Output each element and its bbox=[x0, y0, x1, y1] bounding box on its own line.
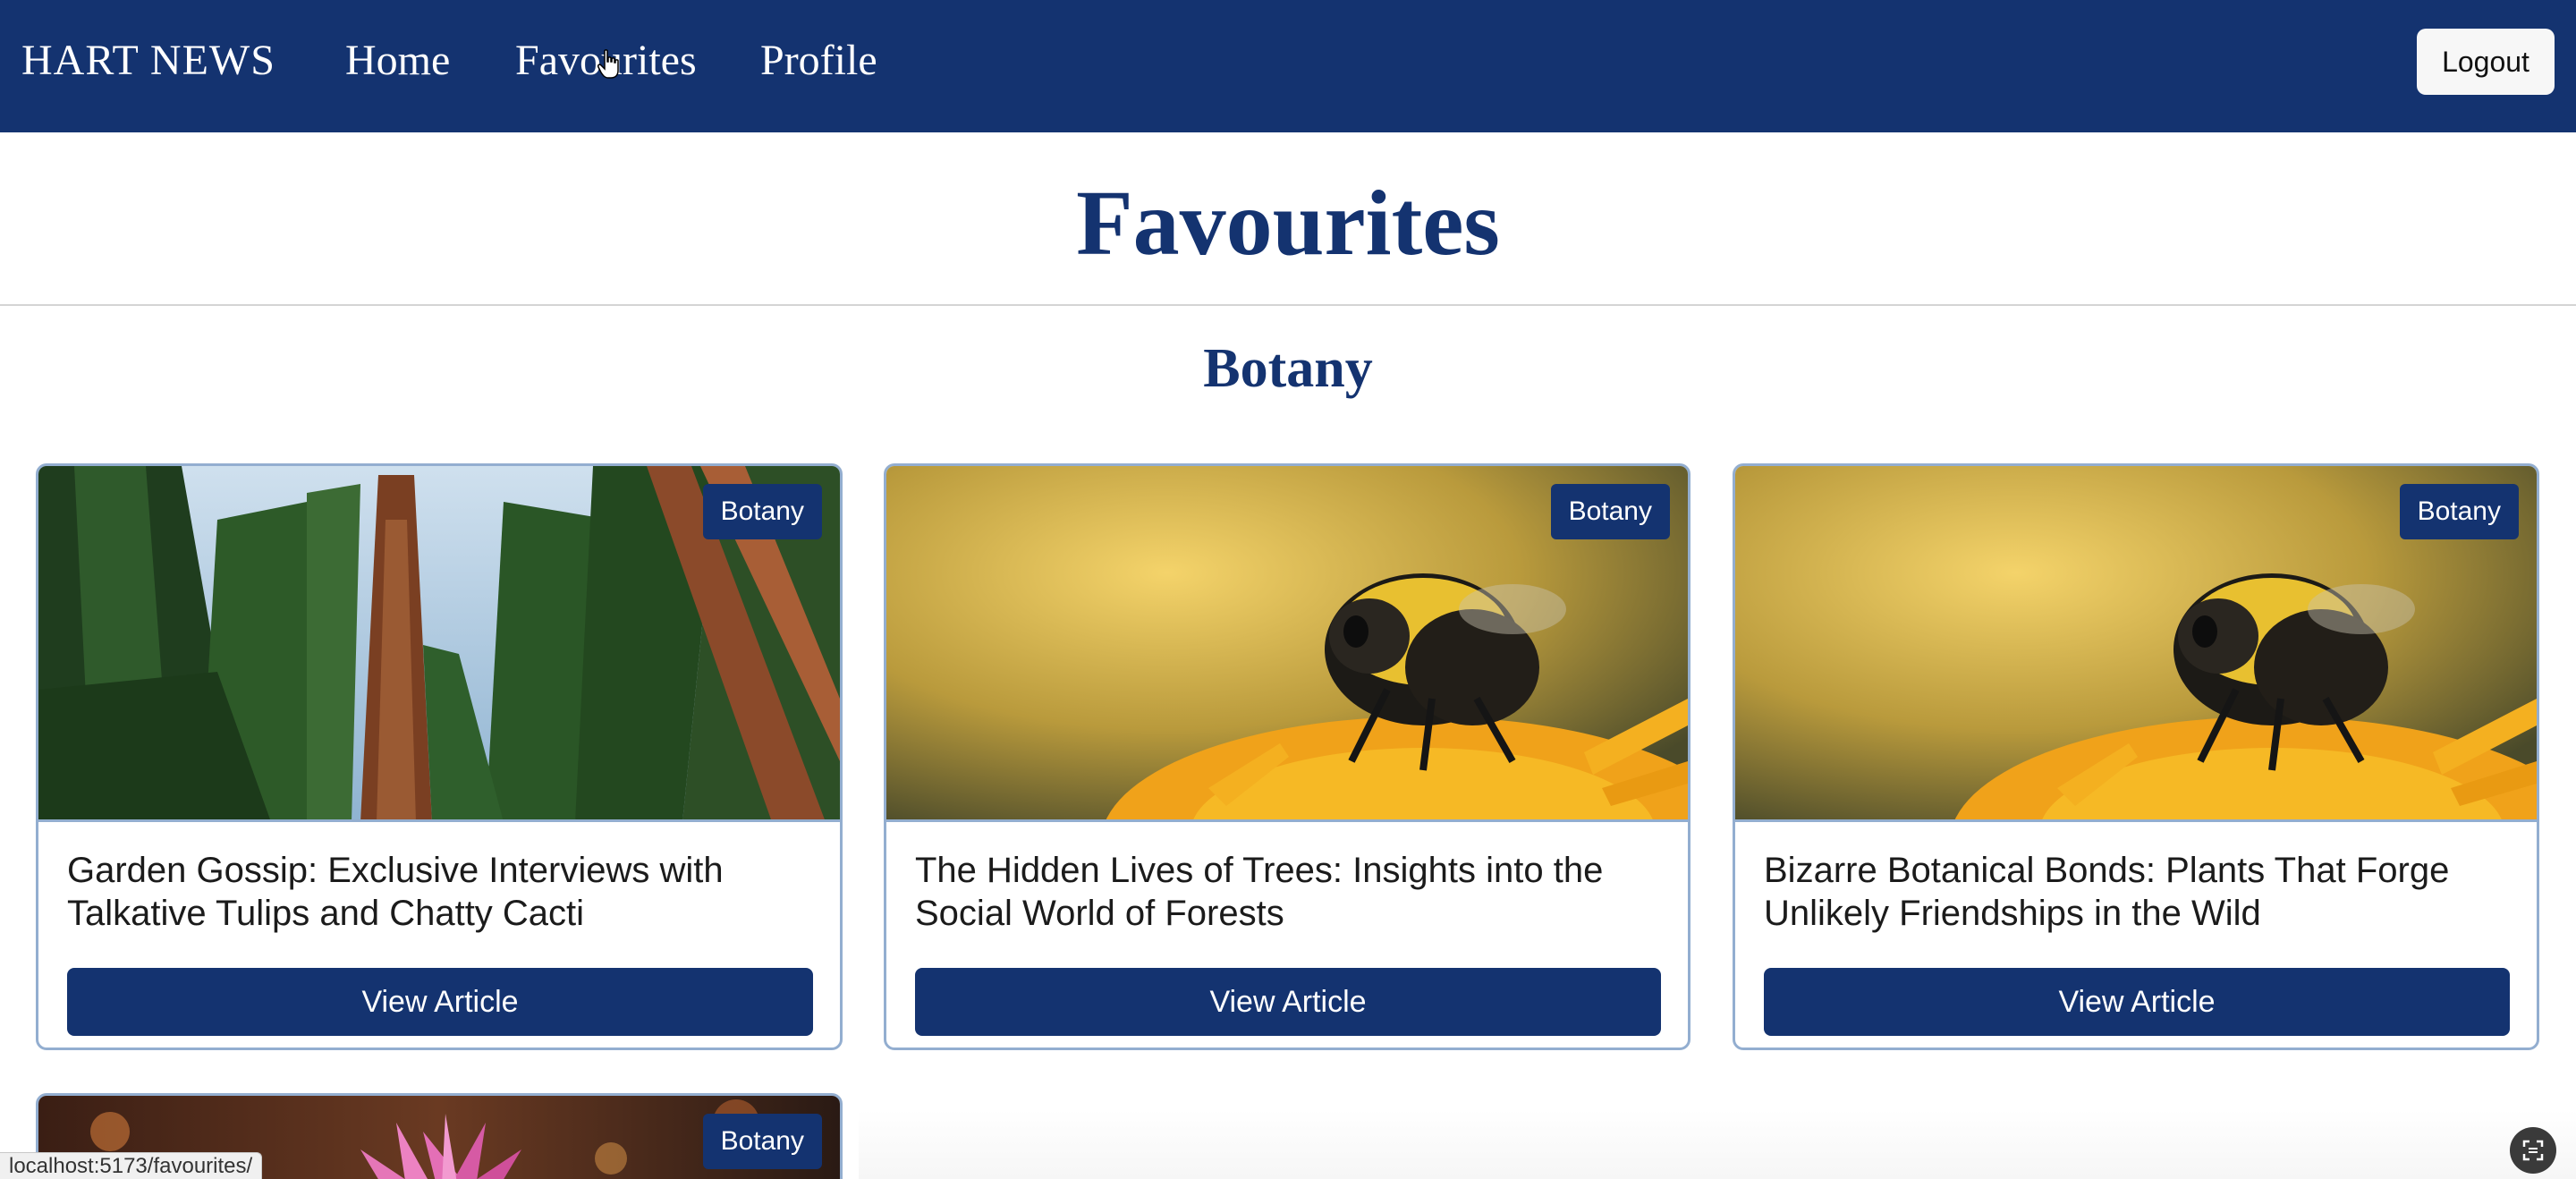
category-badge: Botany bbox=[2399, 484, 2519, 539]
bumblebee-flower-image: Botany bbox=[1735, 466, 2537, 822]
article-card: Botany The Hidden Lives of Trees: Insigh… bbox=[884, 463, 1690, 1050]
nav-link-home[interactable]: Home bbox=[345, 30, 450, 91]
view-article-button[interactable]: View Article bbox=[67, 968, 813, 1036]
hand-pointer-icon bbox=[597, 49, 619, 79]
brand-logo-text[interactable]: HART NEWS bbox=[21, 30, 275, 91]
sequoia-forest-image: Botany bbox=[38, 466, 840, 822]
category-badge: Botany bbox=[1550, 484, 1670, 539]
category-badge: Botany bbox=[702, 484, 822, 539]
bottom-fade-overlay bbox=[859, 1109, 2576, 1179]
view-article-button[interactable]: View Article bbox=[1764, 968, 2510, 1036]
browser-status-url: localhost:5173/favourites/ bbox=[0, 1152, 263, 1179]
card-title: The Hidden Lives of Trees: Insights into… bbox=[915, 851, 1604, 933]
screen-capture-icon[interactable] bbox=[2510, 1127, 2556, 1174]
header-divider bbox=[0, 304, 2576, 306]
section-title: Botany bbox=[1203, 338, 1373, 399]
top-navbar: HART NEWS Home Favourites Profile Logout bbox=[0, 0, 2576, 132]
category-badge: Botany bbox=[702, 1114, 822, 1169]
page-title: Favourites bbox=[1076, 172, 1500, 275]
card-title: Garden Gossip: Exclusive Interviews with… bbox=[67, 851, 724, 933]
card-title: Bizarre Botanical Bonds: Plants That For… bbox=[1764, 851, 2450, 933]
nav-link-profile[interactable]: Profile bbox=[760, 30, 877, 91]
bumblebee-flower-image: Botany bbox=[886, 466, 1688, 822]
article-card: Botany Bizarre Botanical Bonds: Plants T… bbox=[1733, 463, 2539, 1050]
logout-button[interactable]: Logout bbox=[2417, 29, 2555, 95]
article-card: Botany Garden Gossip: Exclusive Intervie… bbox=[36, 463, 843, 1050]
view-article-button[interactable]: View Article bbox=[915, 968, 1661, 1036]
